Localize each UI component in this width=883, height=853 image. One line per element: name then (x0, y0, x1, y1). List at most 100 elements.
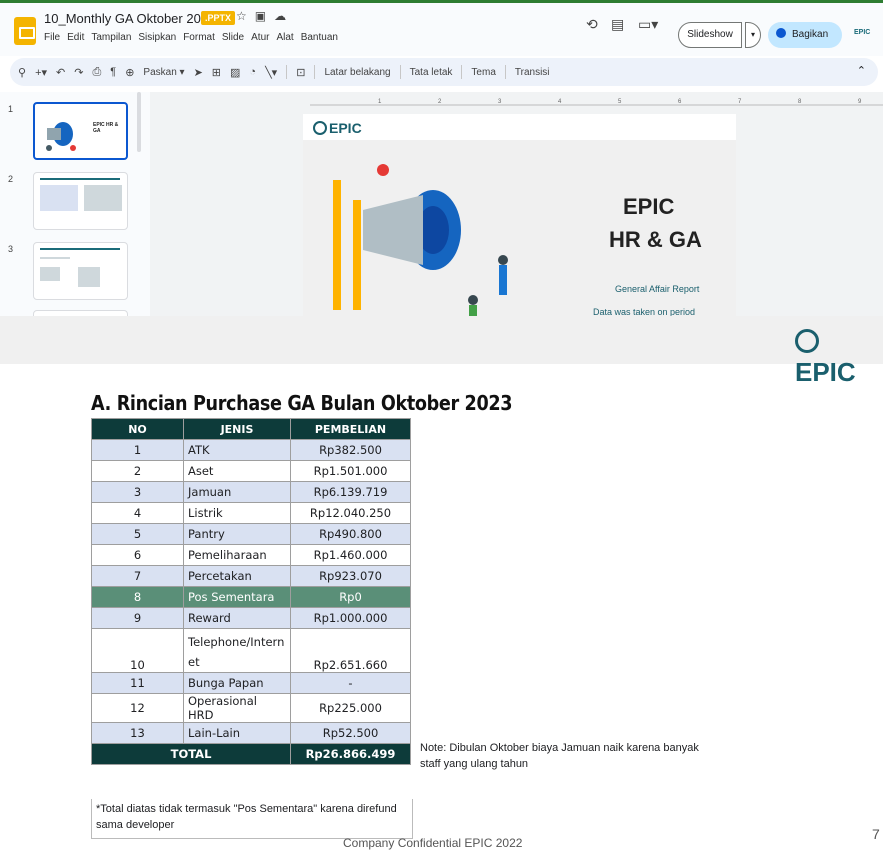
menu-bar: File Edit Tampilan Sisipkan Format Slide… (44, 32, 338, 43)
cell-pembelian: - (290, 672, 411, 694)
thumb-table (40, 185, 78, 211)
epic-mark-icon (795, 329, 819, 353)
svg-text:6: 6 (678, 99, 682, 105)
table-row: 5 Pantry Rp490.800 (91, 523, 411, 545)
svg-text:5: 5 (618, 99, 622, 105)
share-label: Bagikan (792, 29, 829, 40)
shape-icon[interactable]: ◔ (249, 66, 256, 78)
cell-jenis: Pemeliharaan (183, 544, 291, 566)
total-value: Rp26.866.499 (290, 743, 411, 765)
text-box-icon[interactable]: ⊞ (212, 66, 221, 79)
document-title[interactable]: 10_Monthly GA Oktober 2023 (44, 11, 215, 26)
cell-no: 9 (91, 607, 184, 629)
slides-logo-icon[interactable] (14, 17, 36, 45)
cell-pembelian: Rp2.651.660 (290, 628, 411, 673)
new-slide-icon[interactable]: +▾ (35, 66, 47, 79)
table-row: 4 Listrik Rp12.040.250 (91, 502, 411, 524)
menu-edit[interactable]: Edit (67, 32, 84, 43)
move-folder-icon[interactable]: ▣ (255, 9, 274, 23)
cell-no: 13 (91, 722, 184, 744)
filmstrip-scrollbar[interactable] (137, 92, 141, 152)
zoom-icon[interactable]: ⊕ (125, 66, 134, 79)
slide-title-line2: HR & GA (609, 227, 702, 252)
cell-no: 4 (91, 502, 184, 524)
cloud-status-icon[interactable]: ☁ (274, 9, 294, 23)
account-logo[interactable]: EPIC (854, 29, 870, 36)
epic-mark-icon (313, 121, 327, 135)
star-icon[interactable]: ☆ (236, 9, 255, 23)
epic-logo-text: EPIC (329, 120, 362, 136)
slide-filmstrip: 1 EPIC HR & GA 2 3 (0, 92, 150, 320)
menu-format[interactable]: Format (183, 32, 215, 43)
search-menus-icon[interactable]: ⚲ (18, 66, 26, 79)
redo-icon[interactable]: ↷ (74, 66, 83, 79)
cell-jenis: Lain-Lain (183, 722, 291, 744)
menu-file[interactable]: File (44, 32, 60, 43)
cell-jenis: Bunga Papan (183, 672, 291, 694)
cell-jenis: Listrik (183, 502, 291, 524)
cell-no: 6 (91, 544, 184, 566)
globe-icon (776, 28, 786, 38)
cell-jenis: Pos Sementara (183, 586, 291, 608)
thumb-table (78, 267, 100, 287)
cell-jenis: Operasional HRD (183, 693, 291, 723)
thumb-title: EPIC HR & GA (93, 122, 119, 134)
comments-icon[interactable]: ▤ (611, 16, 624, 33)
current-slide[interactable]: EPIC EPIC HR & GA General Affair Report … (303, 114, 736, 320)
divider (286, 65, 288, 79)
collapse-toolbar-icon[interactable]: ⌃ (857, 64, 866, 77)
menu-help[interactable]: Bantuan (301, 32, 338, 43)
print-icon[interactable]: ⎙ (92, 66, 101, 79)
table-total-row: TOTAL Rp26.866.499 (91, 743, 411, 765)
menu-arrange[interactable]: Atur (251, 32, 269, 43)
svg-text:3: 3 (498, 99, 502, 105)
cell-pembelian: Rp382.500 (290, 439, 411, 461)
meet-icon[interactable]: ▭▾ (638, 16, 658, 33)
table-row-highlighted: 8 Pos Sementara Rp0 (91, 586, 411, 608)
thumb-number: 2 (8, 174, 14, 184)
zoom-select[interactable]: Paskan ▾ (143, 67, 184, 78)
theme-button[interactable]: Tema (471, 67, 495, 78)
slide-thumbnail-3[interactable] (33, 242, 128, 300)
table-row: 11 Bunga Papan - (91, 672, 411, 694)
menu-slide[interactable]: Slide (222, 32, 244, 43)
svg-text:7: 7 (738, 99, 742, 105)
purchase-table: NO JENIS PEMBELIAN 1 ATK Rp382.500 2 Aset Rp… (91, 418, 411, 765)
thumb-number: 3 (8, 244, 14, 254)
divider (504, 65, 506, 79)
table-row: 13 Lain-Lain Rp52.500 (91, 722, 411, 744)
slideshow-dropdown-icon[interactable]: ▾ (745, 22, 761, 48)
cell-no: 7 (91, 565, 184, 587)
menu-view[interactable]: Tampilan (91, 32, 131, 43)
megaphone-illustration-icon (41, 114, 81, 154)
line-icon[interactable]: ╲▾ (265, 66, 277, 79)
comment-add-icon[interactable]: ⊡ (296, 66, 305, 79)
cell-jenis: Reward (183, 607, 291, 629)
thumb-table (40, 267, 60, 281)
cell-pembelian: Rp52.500 (290, 722, 411, 744)
image-icon[interactable]: ▨ (230, 66, 240, 79)
transition-button[interactable]: Transisi (515, 67, 550, 78)
slide-thumbnail-2[interactable] (33, 172, 128, 230)
paint-format-icon[interactable]: ¶ (110, 66, 116, 78)
share-button[interactable]: Bagikan (768, 22, 842, 48)
layout-button[interactable]: Tata letak (410, 67, 453, 78)
menu-insert[interactable]: Sisipkan (138, 32, 176, 43)
toolbar: ⚲ +▾ ↶ ↷ ⎙ ¶ ⊕ Paskan ▾ ➤ ⊞ ▨ ◔ ╲▾ ⊡ Lat… (10, 58, 878, 86)
footer-confidential: Company Confidential EPIC 2022 (343, 836, 523, 850)
history-icon[interactable]: ⟲ (586, 16, 598, 33)
table-row: 1 ATK Rp382.500 (91, 439, 411, 461)
table-row: 2 Aset Rp1.501.000 (91, 460, 411, 482)
undo-icon[interactable]: ↶ (56, 66, 65, 79)
slide-header-band (0, 316, 883, 364)
thumb-title-bar (40, 178, 120, 180)
thumb-number: 1 (8, 104, 14, 114)
background-button[interactable]: Latar belakang (324, 67, 390, 78)
slideshow-button[interactable]: Slideshow (678, 22, 742, 48)
cell-no: 12 (91, 693, 184, 723)
slide-thumbnail-1[interactable]: EPIC HR & GA (33, 102, 128, 160)
slide-7-content[interactable]: EPIC A. Rincian Purchase GA Bulan Oktobe… (0, 316, 883, 853)
select-icon[interactable]: ➤ (194, 66, 203, 79)
menu-tools[interactable]: Alat (276, 32, 293, 43)
total-label: TOTAL (91, 743, 291, 765)
